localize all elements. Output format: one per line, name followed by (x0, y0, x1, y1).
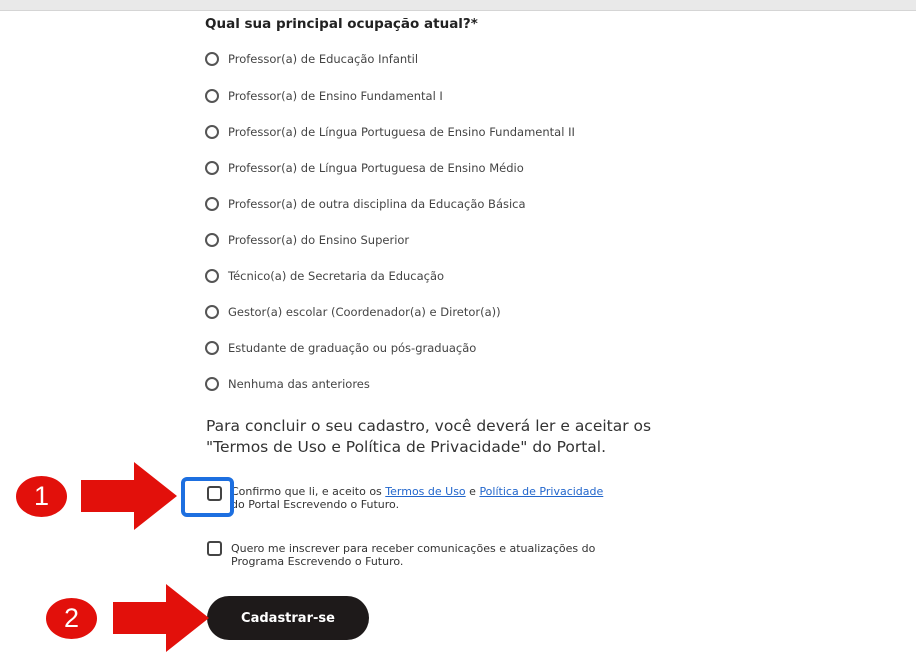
option-lingua-portuguesa-fundamental-2[interactable]: Professor(a) de Língua Portuguesa de Ens… (205, 122, 575, 142)
radio-button[interactable] (205, 305, 219, 319)
consent-and: e (465, 485, 480, 498)
option-fundamental-1[interactable]: Professor(a) de Ensino Fundamental I (205, 86, 443, 106)
option-label: Professor(a) de Educação Infantil (228, 52, 419, 66)
option-tecnico-secretaria[interactable]: Técnico(a) de Secretaria da Educação (205, 266, 444, 286)
radio-button[interactable] (205, 125, 219, 139)
consent-label: Confirmo que li, e aceito os Termos de U… (231, 485, 603, 511)
radio-button[interactable] (205, 377, 219, 391)
register-button[interactable]: Cadastrar-se (207, 596, 369, 640)
option-label: Gestor(a) escolar (Coordenador(a) e Dire… (228, 305, 501, 319)
top-scroll-edge (0, 0, 916, 11)
step-2-arrow-icon (113, 584, 209, 652)
checkbox-highlight-box (181, 477, 234, 517)
consent-prefix: Confirmo que li, e aceito os (231, 485, 386, 498)
option-ensino-superior[interactable]: Professor(a) do Ensino Superior (205, 230, 409, 250)
option-label: Nenhuma das anteriores (228, 377, 370, 391)
privacy-policy-link[interactable]: Política de Privacidade (479, 485, 603, 498)
newsletter-line1: Quero me inscrever para receber comunica… (231, 542, 596, 555)
step-1-badge: 1 (16, 476, 67, 517)
radio-button[interactable] (205, 161, 219, 175)
option-nenhuma[interactable]: Nenhuma das anteriores (205, 374, 370, 394)
terms-intro-line2: "Termos de Uso e Política de Privacidade… (206, 438, 607, 456)
radio-button[interactable] (205, 89, 219, 103)
terms-intro-line1: Para concluir o seu cadastro, você dever… (206, 417, 652, 435)
consent-suffix: do Portal Escrevendo o Futuro. (231, 497, 400, 511)
option-educacao-infantil[interactable]: Professor(a) de Educação Infantil (205, 49, 418, 69)
option-lingua-portuguesa-medio[interactable]: Professor(a) de Língua Portuguesa de Ens… (205, 158, 524, 178)
option-outra-disciplina[interactable]: Professor(a) de outra disciplina da Educ… (205, 194, 526, 214)
terms-of-use-link[interactable]: Termos de Uso (385, 485, 465, 498)
terms-intro-text: Para concluir o seu cadastro, você dever… (206, 416, 651, 458)
option-estudante[interactable]: Estudante de graduação ou pós-graduação (205, 338, 476, 358)
question-title: Qual sua principal ocupação atual?* (205, 16, 478, 32)
option-label: Técnico(a) de Secretaria da Educação (228, 269, 445, 283)
option-label: Professor(a) do Ensino Superior (228, 233, 410, 247)
option-label: Professor(a) de outra disciplina da Educ… (228, 197, 526, 211)
newsletter-checkbox[interactable] (207, 541, 222, 556)
radio-button[interactable] (205, 197, 219, 211)
newsletter-line2: Programa Escrevendo o Futuro. (231, 554, 404, 568)
option-gestor-escolar[interactable]: Gestor(a) escolar (Coordenador(a) e Dire… (205, 302, 501, 322)
option-label: Professor(a) de Língua Portuguesa de Ens… (228, 161, 524, 175)
option-label: Estudante de graduação ou pós-graduação (228, 341, 477, 355)
option-label: Professor(a) de Ensino Fundamental I (228, 89, 443, 103)
radio-button[interactable] (205, 269, 219, 283)
step-1-arrow-icon (81, 462, 177, 530)
radio-button[interactable] (205, 341, 219, 355)
step-2-badge: 2 (46, 598, 97, 639)
newsletter-label: Quero me inscrever para receber comunica… (231, 542, 596, 568)
option-label: Professor(a) de Língua Portuguesa de Ens… (228, 125, 575, 139)
radio-button[interactable] (205, 233, 219, 247)
radio-button[interactable] (205, 52, 219, 66)
